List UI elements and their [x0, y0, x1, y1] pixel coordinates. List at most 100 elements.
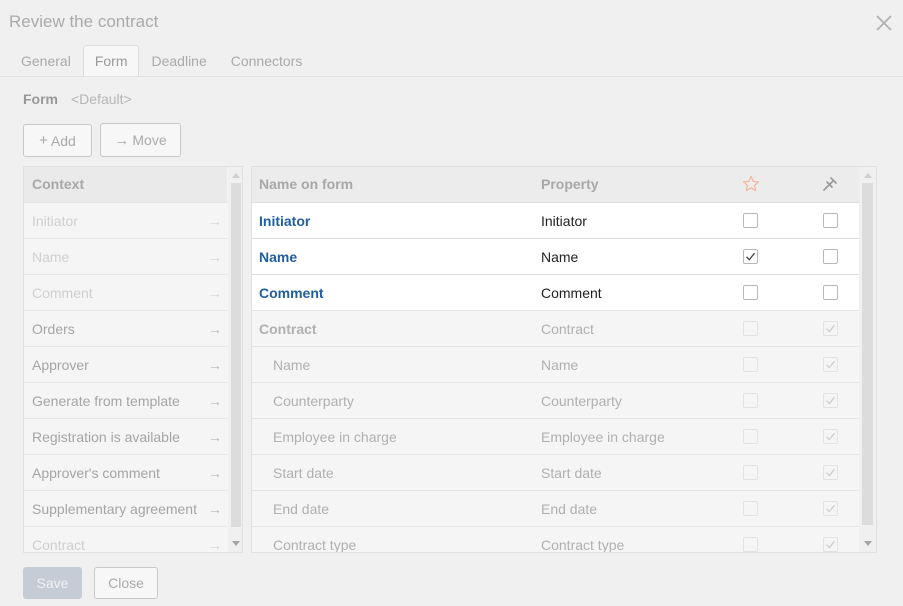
tab-deadline[interactable]: Deadline [139, 45, 218, 77]
readonly-checkbox[interactable] [823, 249, 838, 264]
table-scroll-thumb[interactable] [862, 183, 873, 525]
table-row[interactable]: Name Name [252, 346, 859, 382]
column-property: Property [541, 176, 599, 192]
readonly-checkbox[interactable] [823, 393, 838, 408]
arrow-right-icon[interactable]: → [208, 393, 222, 409]
table-row[interactable]: Initiator Initiator [252, 202, 859, 238]
context-item-label: Orders [32, 320, 75, 337]
field-name-link: Counterparty [273, 393, 354, 409]
field-name-link: Contract type [273, 537, 357, 553]
required-checkbox[interactable] [743, 537, 758, 552]
check-icon [826, 432, 836, 441]
field-name-link[interactable]: Initiator [259, 213, 310, 229]
table-row[interactable]: Start date Start date [252, 454, 859, 490]
table-row[interactable]: Contract type Contract type [252, 526, 859, 553]
move-button[interactable]: → Move [100, 123, 181, 157]
arrow-right-icon[interactable]: → [208, 285, 222, 301]
field-name-link: Employee in charge [273, 429, 397, 445]
table-row[interactable]: End date End date [252, 490, 859, 526]
readonly-checkbox[interactable] [823, 321, 838, 336]
context-scrollbar[interactable] [228, 167, 242, 552]
context-item[interactable]: Supplementary agreement → [24, 490, 227, 526]
save-button[interactable]: Save [23, 567, 82, 599]
readonly-checkbox[interactable] [823, 501, 838, 516]
context-item[interactable]: Comment → [24, 274, 227, 310]
required-checkbox[interactable] [743, 213, 758, 228]
field-name-link[interactable]: Comment [259, 285, 324, 301]
check-icon [826, 504, 836, 513]
move-button-label: Move [132, 132, 167, 148]
required-checkbox[interactable] [743, 429, 758, 444]
scroll-down-icon[interactable] [864, 541, 872, 546]
context-item[interactable]: Approver → [24, 346, 227, 382]
field-property: Counterparty [541, 393, 622, 409]
table-row[interactable]: Counterparty Counterparty [252, 382, 859, 418]
context-item-label: Comment [32, 284, 93, 301]
readonly-checkbox[interactable] [823, 465, 838, 480]
field-name-link: Start date [273, 465, 334, 481]
field-property: Name [541, 357, 579, 373]
tab-form[interactable]: Form [82, 45, 140, 77]
table-row[interactable]: Employee in charge Employee in charge [252, 418, 859, 454]
readonly-checkbox[interactable] [823, 285, 838, 300]
close-dialog-button[interactable]: Close [94, 567, 158, 599]
scroll-up-icon[interactable] [232, 173, 240, 178]
readonly-checkbox[interactable] [823, 213, 838, 228]
readonly-checkbox[interactable] [823, 429, 838, 444]
field-property: Start date [541, 465, 602, 481]
required-checkbox[interactable] [743, 357, 758, 372]
table-row[interactable]: Comment Comment [252, 274, 859, 310]
arrow-right-icon[interactable]: → [208, 429, 222, 445]
add-button-label: Add [50, 132, 76, 149]
add-button[interactable]: + Add [23, 124, 92, 157]
context-item[interactable]: Orders → [24, 310, 227, 346]
context-item[interactable]: Initiator → [24, 202, 227, 238]
table-scrollbar[interactable] [859, 167, 876, 552]
arrow-right-icon: → [114, 131, 130, 149]
scroll-down-icon[interactable] [232, 541, 240, 546]
field-property: Contract type [541, 537, 625, 553]
context-item[interactable]: Registration is available → [24, 418, 227, 454]
context-header: Context [24, 167, 227, 202]
check-icon [826, 540, 836, 549]
arrow-right-icon[interactable]: → [208, 357, 222, 373]
arrow-right-icon[interactable]: → [208, 537, 222, 553]
scroll-up-icon[interactable] [864, 173, 872, 178]
required-checkbox[interactable] [743, 249, 758, 264]
required-checkbox[interactable] [743, 393, 758, 408]
field-name-link[interactable]: Name [259, 249, 297, 265]
table-row[interactable]: Contract Contract [252, 310, 859, 346]
context-item-label: Initiator [32, 212, 78, 229]
context-item[interactable]: Contract → [24, 526, 227, 553]
tab-bar: General Form Deadline Connectors [9, 45, 314, 77]
arrow-right-icon[interactable]: → [208, 213, 222, 229]
arrow-right-icon[interactable]: → [208, 465, 222, 481]
field-property: Comment [541, 285, 602, 301]
context-panel: Context Initiator → Name → Comment → Orders → Ap… [23, 166, 243, 553]
context-item[interactable]: Name → [24, 238, 227, 274]
context-scroll-thumb[interactable] [231, 183, 241, 527]
close-button[interactable] [874, 13, 894, 33]
context-item-label: Generate from template [32, 392, 180, 409]
readonly-checkbox[interactable] [823, 357, 838, 372]
table-row[interactable]: Name Name [252, 238, 859, 274]
required-checkbox[interactable] [743, 285, 758, 300]
table-header: Name on form Property [252, 167, 859, 202]
context-item[interactable]: Approver's comment → [24, 454, 227, 490]
arrow-right-icon[interactable]: → [208, 249, 222, 265]
readonly-checkbox[interactable] [823, 537, 838, 552]
plus-icon: + [39, 132, 48, 149]
tab-general[interactable]: General [9, 45, 83, 77]
required-checkbox[interactable] [743, 465, 758, 480]
context-item-label: Name [32, 248, 70, 265]
form-label: Form [23, 91, 58, 107]
context-item[interactable]: Generate from template → [24, 382, 227, 418]
arrow-right-icon[interactable]: → [208, 321, 222, 337]
field-property: Initiator [541, 213, 587, 229]
arrow-right-icon[interactable]: → [208, 501, 222, 517]
required-checkbox[interactable] [743, 321, 758, 336]
context-item-label: Contract [32, 536, 85, 553]
form-selector[interactable]: <Default> [71, 91, 132, 107]
tab-connectors[interactable]: Connectors [219, 45, 315, 77]
required-checkbox[interactable] [743, 501, 758, 516]
